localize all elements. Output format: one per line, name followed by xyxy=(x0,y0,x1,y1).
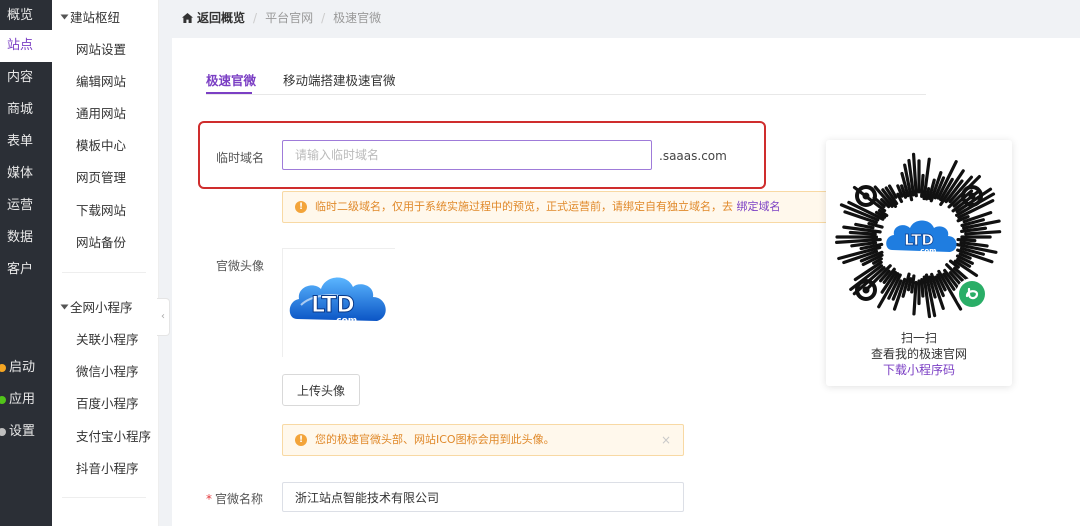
sidebar-item-form[interactable]: 表单 xyxy=(0,126,52,158)
caret-down-icon xyxy=(60,14,69,19)
sidebar-item-launch[interactable]: 启动 xyxy=(0,354,52,382)
subnav-divider xyxy=(62,272,146,273)
subnav-group-title[interactable]: 建站枢纽 xyxy=(60,7,121,26)
subnav-group-title[interactable]: 全网小程序 xyxy=(60,297,133,316)
subnav-item-general-site[interactable]: 通用网站 xyxy=(76,103,126,122)
sidebar-item-media[interactable]: 媒体 xyxy=(0,158,52,190)
sub-navigation: 建站枢纽 网站设置 编辑网站 通用网站 模板中心 网页管理 下载网站 网站备份 … xyxy=(52,0,159,526)
qr-ray xyxy=(964,230,1002,236)
main-sidebar: 概览 站点 内容 商城 表单 媒体 运营 数据 客户 启动 应用 设置 xyxy=(0,0,52,526)
collapse-subnav-handle[interactable]: ‹ xyxy=(157,298,170,336)
domain-alert-text: 临时二级域名，仅用于系统实施过程中的预览，正式运营前，请绑定自有独立域名，去 xyxy=(315,200,733,213)
breadcrumb-item-platform[interactable]: 平台官网 xyxy=(265,11,313,25)
subnav-divider xyxy=(62,497,146,498)
sidebar-item-settings[interactable]: 设置 xyxy=(0,418,52,446)
qr-ray xyxy=(920,173,925,199)
subnav-item-douyin-miniprogram[interactable]: 抖音小程序 xyxy=(76,458,139,477)
sidebar-bottom-label: 启动 xyxy=(9,360,36,375)
breadcrumb-separator: / xyxy=(253,11,258,25)
active-tab-underline xyxy=(206,92,252,94)
official-name-input[interactable] xyxy=(282,482,684,512)
sidebar-bottom-label: 设置 xyxy=(9,424,36,439)
subnav-item-site-settings[interactable]: 网站设置 xyxy=(76,39,126,58)
logo-text: LTD xyxy=(311,293,355,318)
sidebar-item-operation[interactable]: 运营 xyxy=(0,190,52,222)
bind-domain-link[interactable]: 绑定域名 xyxy=(737,200,781,213)
required-mark: * xyxy=(206,492,212,506)
sidebar-item-apps[interactable]: 应用 xyxy=(0,386,52,414)
official-name-label: * 官微名称 xyxy=(206,490,263,507)
logo-subtext: .com xyxy=(333,316,357,326)
subnav-item-baidu-miniprogram[interactable]: 百度小程序 xyxy=(76,393,139,412)
subnav-item-edit-site[interactable]: 编辑网站 xyxy=(76,71,126,90)
close-icon[interactable]: × xyxy=(661,425,671,455)
group-title-text: 建站枢纽 xyxy=(70,10,121,25)
sidebar-bottom-label: 应用 xyxy=(9,392,36,407)
download-miniprogram-code-link[interactable]: 下载小程序码 xyxy=(883,363,955,377)
official-name-label-text: 官微名称 xyxy=(215,492,264,506)
cloud-logo-image: LTD .com xyxy=(289,277,386,326)
sidebar-item-data[interactable]: 数据 xyxy=(0,222,52,254)
breadcrumb-item-current: 极速官微 xyxy=(333,11,382,25)
avatar-alert: ! 您的极速官微头部、网站ICO图标会用到此头像。 × xyxy=(282,424,684,456)
qr-scan-text: 扫一扫 xyxy=(900,331,937,345)
sidebar-item-mall[interactable]: 商城 xyxy=(0,94,52,126)
main-content-card: 极速官微 移动端搭建极速官微 临时域名 .saaas.com ! 临时二级域名，… xyxy=(172,38,1080,526)
caret-down-icon xyxy=(60,304,69,309)
subnav-item-wechat-miniprogram[interactable]: 微信小程序 xyxy=(76,361,139,380)
launch-icon xyxy=(0,363,6,372)
avatar-preview: LTD .com xyxy=(282,248,395,357)
warning-icon: ! xyxy=(295,434,307,446)
temp-domain-label: 临时域名 xyxy=(216,151,265,165)
apps-icon xyxy=(0,395,6,404)
qr-ray xyxy=(912,280,918,316)
back-to-overview-link[interactable]: 返回概览 xyxy=(197,11,245,25)
subnav-item-page-management[interactable]: 网页管理 xyxy=(76,167,126,186)
temp-domain-input[interactable] xyxy=(282,140,652,170)
qr-ray xyxy=(956,237,977,243)
domain-alert: ! 临时二级域名，仅用于系统实施过程中的预览，正式运营前，请绑定自有独立域名，去… xyxy=(282,191,828,223)
qr-code-card: LTD .com 扫一扫 查看我的极速官网 下载小程序码 xyxy=(826,140,1012,386)
subnav-item-site-backup[interactable]: 网站备份 xyxy=(76,232,126,251)
sidebar-item-overview[interactable]: 概览 xyxy=(0,0,52,32)
tab-mobile-build[interactable]: 移动端搭建极速官微 xyxy=(283,70,396,89)
breadcrumb: 返回概览 / 平台官网 / 极速官微 xyxy=(182,8,381,28)
sidebar-item-site[interactable]: 站点 xyxy=(0,30,52,62)
domain-suffix: .saaas.com xyxy=(659,149,727,163)
subnav-item-download-site[interactable]: 下载网站 xyxy=(76,200,126,219)
subnav-item-alipay-miniprogram[interactable]: 支付宝小程序 xyxy=(76,426,151,445)
avatar-label: 官微头像 xyxy=(216,259,265,273)
sidebar-item-content[interactable]: 内容 xyxy=(0,62,52,94)
upload-avatar-button[interactable]: 上传头像 xyxy=(282,374,360,406)
qr-view-text: 查看我的极速官网 xyxy=(870,347,967,361)
tab-bar: 极速官微 移动端搭建极速官微 xyxy=(206,68,926,95)
qr-ray xyxy=(848,230,877,236)
gear-icon xyxy=(0,427,6,436)
breadcrumb-separator: / xyxy=(321,11,326,25)
group-title-text: 全网小程序 xyxy=(70,300,133,315)
qr-link-wrap: 下载小程序码 xyxy=(826,361,1012,378)
qr-logo-subtext: .com xyxy=(918,247,937,255)
avatar-alert-text: 您的极速官微头部、网站ICO图标会用到此头像。 xyxy=(315,433,555,446)
sidebar-item-customer[interactable]: 客户 xyxy=(0,254,52,286)
subnav-item-template-center[interactable]: 模板中心 xyxy=(76,135,126,154)
home-icon xyxy=(182,9,193,29)
tab-fast-official[interactable]: 极速官微 xyxy=(206,70,256,89)
qr-ray xyxy=(842,225,882,234)
chevron-left-icon: ‹ xyxy=(161,311,165,322)
warning-icon: ! xyxy=(295,201,307,213)
subnav-item-linked-miniprogram[interactable]: 关联小程序 xyxy=(76,329,139,348)
qr-ray xyxy=(920,278,925,298)
mini-program-qr-code: LTD .com xyxy=(835,152,1002,319)
